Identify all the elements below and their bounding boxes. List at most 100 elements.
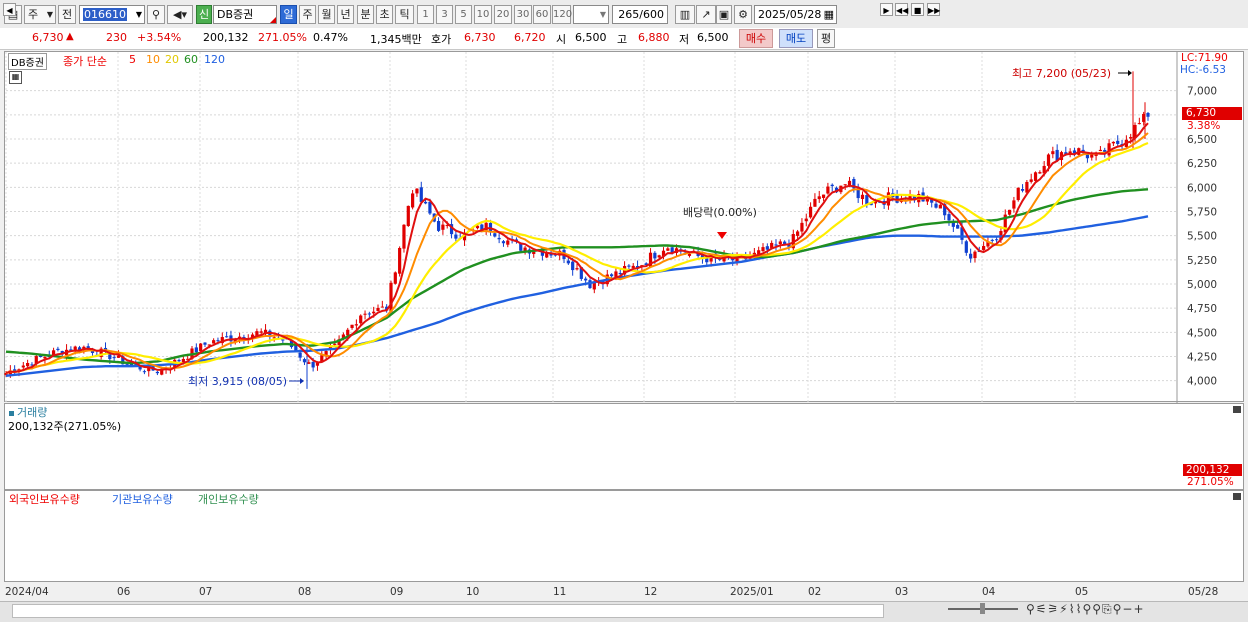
rewind-icon[interactable]: ◀◀ <box>895 3 908 16</box>
volume-pct-tag: 271.05% <box>1187 476 1234 488</box>
candle-body <box>372 311 376 314</box>
zoom-tools-icon[interactable]: ⚲⚟⚞⚡⌇⌇⚲⚲⎘⚲−+ <box>1026 602 1145 617</box>
candle-body <box>415 188 419 194</box>
candle-body <box>1129 137 1133 139</box>
legend-foreign-holding: 외국인보유수량 <box>9 493 80 506</box>
min-arrow-head <box>300 378 304 384</box>
candle-body <box>1098 149 1103 152</box>
x-axis-tick: 10 <box>466 586 479 598</box>
candle-body <box>813 198 817 207</box>
candle-body <box>359 315 363 324</box>
candle-body <box>1111 141 1115 144</box>
panel-close-icon[interactable] <box>1233 406 1241 413</box>
candle-body <box>1051 151 1055 155</box>
ma10-line <box>5 132 1149 374</box>
candle-body <box>575 268 579 270</box>
candle-body <box>281 339 285 341</box>
holdings-panel[interactable] <box>4 490 1244 582</box>
price-axis-tick: 7,000 <box>1187 86 1217 98</box>
ma120-line <box>5 215 1149 377</box>
stop-icon[interactable]: ■ <box>911 3 924 16</box>
candle-body <box>389 282 393 312</box>
candle-body <box>298 352 302 358</box>
candle-body <box>1020 189 1025 191</box>
candle-body <box>367 313 371 315</box>
candle-body <box>216 340 220 342</box>
candle-body <box>774 244 778 246</box>
candle-body <box>212 340 216 344</box>
candle-body <box>614 271 618 277</box>
x-axis-tick: 04 <box>982 586 996 598</box>
price-axis-tick: 4,750 <box>1187 303 1217 315</box>
panel-close-icon[interactable] <box>1233 493 1241 500</box>
hc-label: HC:-6.53 <box>1180 64 1226 76</box>
price-axis-tick: 6,500 <box>1187 134 1217 146</box>
grid-toggle-icon[interactable]: ▦ <box>9 71 22 84</box>
candle-body <box>411 193 415 208</box>
candle-body <box>969 253 973 259</box>
candle-body <box>1137 123 1141 125</box>
candle-body <box>393 272 397 284</box>
candle-body <box>177 359 181 362</box>
candle-body <box>1029 179 1033 182</box>
dividend-annotation: 배당락(0.00%) <box>683 206 757 219</box>
candle-body <box>1016 187 1020 201</box>
candle-body <box>584 278 588 281</box>
candle-body <box>441 224 445 230</box>
volume-tag-text: 200,132 <box>1186 464 1230 476</box>
legend-ma60: 60 <box>184 53 198 66</box>
candle-body <box>865 195 869 205</box>
candle-body <box>765 246 769 250</box>
price-axis-tick: 4,250 <box>1187 352 1217 364</box>
legend-series-label: 종가 단순 <box>63 55 107 68</box>
candle-body <box>406 205 410 227</box>
candle-body <box>830 184 834 187</box>
candle-body <box>419 187 423 202</box>
legend-individual-holding: 개인보유수량 <box>198 493 259 506</box>
volume-legend-value: 200,132주(271.05%) <box>8 420 122 433</box>
candle-body <box>506 240 510 245</box>
legend-ma5: 5 <box>129 53 136 66</box>
candle-body <box>817 196 821 200</box>
candle-body <box>947 214 951 221</box>
x-axis-tick: 07 <box>199 586 212 598</box>
candle-body <box>380 306 384 308</box>
candle-body <box>363 313 367 315</box>
candle-body <box>1085 154 1090 159</box>
volume-panel[interactable] <box>4 403 1244 490</box>
candle-body <box>982 246 986 250</box>
zoom-slider-handle[interactable] <box>980 603 985 614</box>
scroll-right-icon[interactable]: ▶ <box>880 3 893 16</box>
legend-ma10: 10 <box>146 53 160 66</box>
candle-body <box>112 357 116 359</box>
candle-body <box>994 239 999 241</box>
candle-body <box>203 342 207 345</box>
candle-body <box>21 365 25 368</box>
candle-body <box>1146 112 1150 117</box>
candle-body <box>346 329 350 336</box>
candle-body <box>307 362 311 364</box>
candle-body <box>302 359 307 363</box>
candle-body <box>423 201 428 204</box>
candle-body <box>796 231 800 236</box>
price-axis-tick: 5,500 <box>1187 231 1217 243</box>
fast-forward-icon[interactable]: ▶▶ <box>927 3 940 16</box>
horizontal-scrollbar[interactable] <box>12 604 884 618</box>
candle-body <box>653 252 657 259</box>
price-axis-tick: 4,000 <box>1187 376 1217 388</box>
scroll-left-icon[interactable]: ◀ <box>3 3 16 16</box>
candle-body <box>826 186 830 194</box>
candle-body <box>376 307 380 311</box>
x-axis-tick: 03 <box>895 586 908 598</box>
volume-tag: 200,132 <box>1183 464 1242 476</box>
candle-body <box>436 221 441 231</box>
candle-body <box>1116 140 1120 144</box>
candle-body <box>1007 209 1012 215</box>
candle-body <box>501 241 506 244</box>
current-pct-tag: 3.38% <box>1187 120 1221 132</box>
candle-body <box>886 192 891 206</box>
x-axis-tick: 09 <box>390 586 403 598</box>
candle-body <box>610 274 614 277</box>
candle-body <box>1012 200 1016 209</box>
candle-body <box>259 331 263 333</box>
